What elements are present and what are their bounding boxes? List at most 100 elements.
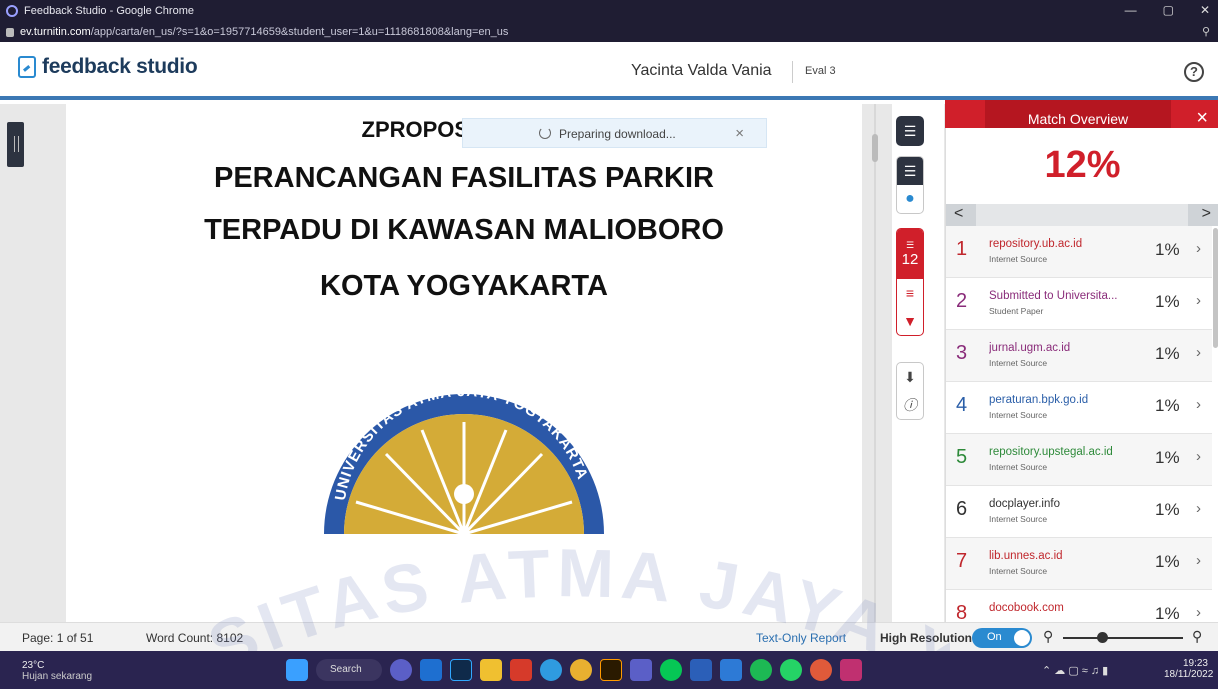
match-row[interactable]: 2 Submitted to Universita... Student Paper… [946, 278, 1212, 330]
start-icon[interactable] [286, 659, 308, 681]
lock-icon [6, 27, 14, 37]
match-row[interactable]: 3 jurnal.ugm.ac.id Internet Source 1% › [946, 330, 1212, 382]
whatsapp-icon[interactable] [780, 659, 802, 681]
match-overview-button[interactable]: ☰ 12 [897, 229, 923, 279]
line-icon[interactable] [660, 659, 682, 681]
chevron-right-icon[interactable]: › [1196, 344, 1201, 361]
text-only-report-link[interactable]: Text-Only Report [756, 631, 846, 645]
info-icon[interactable]: ⓘ [897, 391, 923, 419]
photos-icon[interactable] [720, 659, 742, 681]
feedback-studio-logo[interactable]: feedback studio [18, 55, 198, 79]
assignment-name: Eval 3 [805, 65, 836, 77]
chevron-right-icon[interactable]: › [1196, 604, 1201, 621]
comment-group: ☰ ● [896, 156, 924, 214]
match-source-type: Internet Source [989, 462, 1048, 472]
app-icon[interactable] [810, 659, 832, 681]
document-page: ZPROPOSAL TUGA PERANCANGAN FASILITAS PAR… [66, 104, 862, 622]
grading-layer-icon[interactable]: ☰ [897, 157, 923, 185]
match-list: 1 repository.ub.ac.id Internet Source 1% › 2 S… [946, 226, 1212, 622]
match-percent: 1% [1155, 292, 1180, 311]
match-percent: 1% [1155, 240, 1180, 259]
panel-close-icon[interactable]: × [1196, 107, 1208, 130]
match-row[interactable]: 1 repository.ub.ac.id Internet Source 1% › [946, 226, 1212, 278]
logo-mark-icon [18, 56, 36, 78]
clock-time: 19:23 [1182, 658, 1208, 669]
match-row[interactable]: 7 lib.unnes.ac.id Internet Source 1% › [946, 538, 1212, 590]
teams-icon[interactable] [630, 659, 652, 681]
photoshop-icon[interactable] [450, 659, 472, 681]
filter-icon[interactable]: ▼ [897, 307, 923, 335]
chevron-right-icon[interactable]: › [1196, 448, 1201, 465]
match-number: 6 [956, 498, 968, 520]
match-percent: 1% [1155, 396, 1180, 415]
match-number: 5 [956, 446, 968, 468]
match-number: 4 [956, 394, 968, 416]
taskbar-search[interactable]: Search [316, 659, 382, 681]
app-header: feedback studio Yacinta Valda Vania Eval… [0, 42, 1218, 100]
comment-icon[interactable]: ● [897, 185, 923, 213]
weather-widget[interactable]: 23°C Hujan sekarang [22, 660, 92, 682]
match-percent: 1% [1155, 448, 1180, 467]
word-icon[interactable] [690, 659, 712, 681]
match-percent: 1% [1155, 344, 1180, 363]
match-number: 1 [956, 238, 968, 260]
illustrator-icon[interactable] [600, 659, 622, 681]
download-toast: Preparing download... × [462, 118, 767, 148]
browser-title-bar: Feedback Studio - Google Chrome — ▢ ✕ [0, 0, 1218, 22]
zoom-icon[interactable]: ⚲ [1202, 25, 1210, 38]
close-window-icon[interactable]: ✕ [1200, 3, 1210, 17]
match-row[interactable]: 5 repository.upstegal.ac.id Internet Sourc… [946, 434, 1212, 486]
match-source: docobook.com [989, 602, 1064, 614]
help-icon[interactable]: ? [1184, 62, 1204, 82]
windows-taskbar: 23°C Hujan sekarang Search ⌃ ☁ ▢ ≈ ♫ ▮ 1… [0, 651, 1218, 689]
logo-text: feedback studio [42, 55, 198, 78]
clock[interactable]: 19:23 18/11/2022 [1164, 658, 1213, 680]
side-panel-toggle[interactable] [7, 122, 24, 167]
meet-icon[interactable] [390, 659, 412, 681]
panel-scrollbar[interactable] [1213, 228, 1218, 348]
zoom-slider-handle[interactable] [1097, 632, 1108, 643]
match-row[interactable]: 8 docobook.com 1% › [946, 590, 1212, 622]
match-source-type: Internet Source [989, 566, 1048, 576]
next-match-icon[interactable]: > [1202, 205, 1211, 223]
store-icon[interactable] [420, 659, 442, 681]
layers-button[interactable]: ☰ [896, 116, 924, 146]
chevron-right-icon[interactable]: › [1196, 292, 1201, 309]
chevron-right-icon[interactable]: › [1196, 240, 1201, 257]
window-title: Feedback Studio - Google Chrome [24, 5, 194, 17]
system-tray[interactable]: ⌃ ☁ ▢ ≈ ♫ ▮ [1042, 664, 1108, 677]
match-nav-track [976, 204, 1188, 226]
divider [792, 61, 793, 83]
address-bar[interactable]: ev.turnitin.com /app/carta/en_us/?s=1&o=… [0, 22, 1218, 42]
chevron-right-icon[interactable]: › [1196, 552, 1201, 569]
high-resolution-toggle[interactable]: On [972, 628, 1032, 648]
match-percent: 1% [1155, 604, 1180, 622]
match-number: 8 [956, 602, 968, 622]
zoom-out-icon[interactable]: ⚲ [1043, 628, 1053, 645]
collab-icon[interactable] [840, 659, 862, 681]
match-source: repository.ub.ac.id [989, 238, 1083, 250]
sort-icon[interactable]: ≡ [897, 279, 923, 307]
zoom-in-icon[interactable]: ⚲ [1192, 628, 1202, 645]
match-row[interactable]: 4 peraturan.bpk.go.id Internet Source 1% › [946, 382, 1212, 434]
restore-icon[interactable]: ▢ [1163, 3, 1174, 17]
document-viewer: ZPROPOSAL TUGA PERANCANGAN FASILITAS PAR… [0, 104, 945, 622]
chevron-right-icon[interactable]: › [1196, 396, 1201, 413]
chevron-right-icon[interactable]: › [1196, 500, 1201, 517]
file-explorer-icon[interactable] [480, 659, 502, 681]
match-source-type: Internet Source [989, 358, 1048, 368]
zoom-slider[interactable] [1063, 632, 1183, 643]
match-source: jurnal.ugm.ac.id [989, 342, 1071, 354]
prev-match-icon[interactable]: < [954, 205, 963, 223]
chrome-icon[interactable] [570, 659, 592, 681]
spotify-icon[interactable] [750, 659, 772, 681]
match-source: lib.unnes.ac.id [989, 550, 1063, 562]
download-icon[interactable]: ⬇ [897, 363, 923, 391]
match-row[interactable]: 6 docplayer.info Internet Source 1% › [946, 486, 1212, 538]
edge-icon[interactable] [540, 659, 562, 681]
document-scrollbar[interactable] [872, 134, 878, 162]
student-name: Yacinta Valda Vania [631, 62, 772, 79]
minimize-icon[interactable]: — [1125, 3, 1137, 17]
acrobat-icon[interactable] [510, 659, 532, 681]
toast-close-icon[interactable]: × [735, 125, 744, 142]
